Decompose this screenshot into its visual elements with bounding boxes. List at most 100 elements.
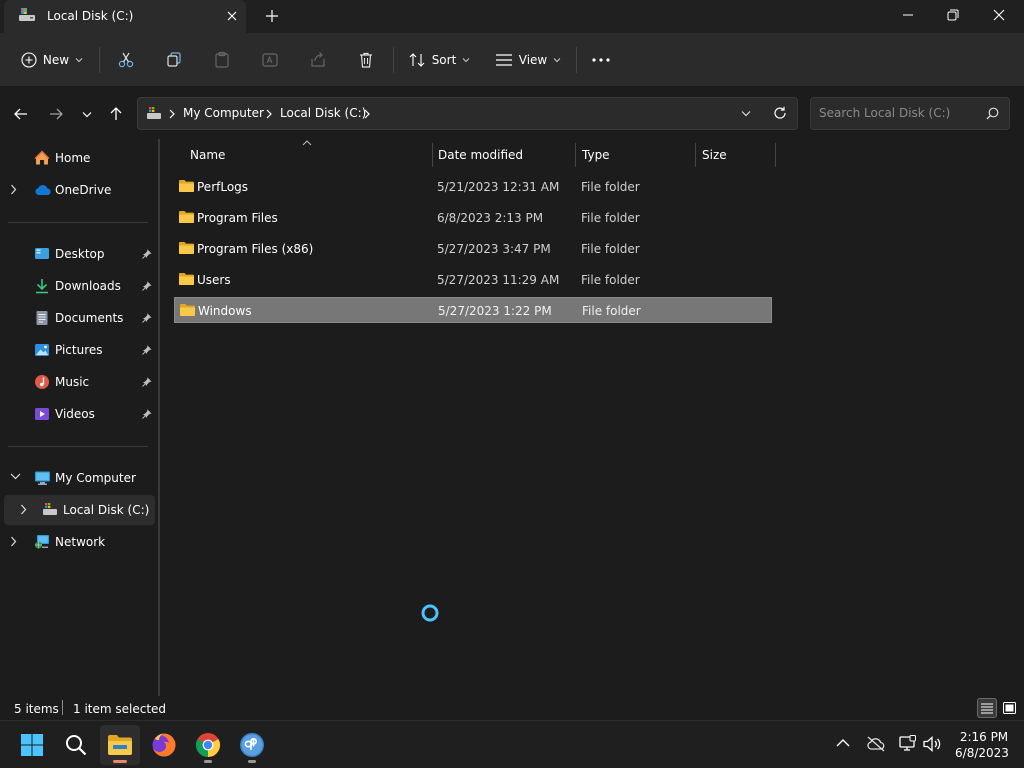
view-button-label: View [518,53,548,67]
search-input[interactable] [819,106,979,120]
cut-button[interactable] [112,45,140,75]
sidebar-item-music[interactable]: Music [4,367,155,397]
sidebar-item-network[interactable]: Network [4,527,155,557]
toolbar-divider [99,47,100,73]
file-type: File folder [581,211,640,225]
sidebar-item-downloads[interactable]: Downloads [4,271,155,301]
onedrive-offline-icon[interactable] [866,736,886,752]
restore-icon[interactable] [930,0,976,30]
share-button[interactable] [304,45,332,75]
chevron-right-icon[interactable] [10,184,17,195]
more-options-button[interactable] [588,45,614,75]
taskbar-chrome[interactable] [188,725,228,765]
view-button[interactable]: View [492,45,564,75]
home-icon [34,150,50,166]
network-icon [34,534,51,550]
recent-locations-chevron-icon[interactable] [76,103,98,125]
sort-button[interactable]: Sort [404,45,474,75]
clock-date[interactable]: 6/8/2023 [951,746,1013,760]
chevron-right-icon[interactable] [20,504,27,515]
column-divider[interactable] [775,143,776,167]
start-button[interactable] [12,725,52,765]
taskbar-firefox[interactable] [144,725,184,765]
table-row-selected[interactable]: Windows 5/27/2023 1:22 PM File folder [174,297,772,323]
sidebar-item-my-computer[interactable]: My Computer [4,463,155,493]
breadcrumb-separator-icon[interactable] [169,109,175,119]
clock-time[interactable]: 2:16 PM [958,730,1010,744]
pin-icon[interactable] [142,281,152,291]
folder-icon [178,272,195,286]
cloud-icon [34,182,52,198]
address-history-chevron-icon[interactable] [741,110,751,117]
paste-button[interactable] [208,45,236,75]
chevron-right-icon[interactable] [10,536,17,547]
table-row[interactable]: PerfLogs 5/21/2023 12:31 AM File folder [174,174,772,200]
list-view-icon [495,53,513,67]
column-header-size[interactable]: Size [702,144,772,166]
breadcrumb-local-disk[interactable]: Local Disk (C:) [280,106,366,120]
sidebar-item-label: Home [55,151,91,165]
forward-arrow-icon[interactable] [45,103,67,125]
pin-icon[interactable] [142,345,152,355]
sidebar-item-local-disk[interactable]: Local Disk (C:) [4,495,155,525]
pin-icon[interactable] [142,313,152,323]
sidebar-item-videos[interactable]: Videos [4,399,155,429]
clipboard-icon [213,51,231,69]
column-header-name[interactable]: Name [190,144,430,166]
sidebar-item-desktop[interactable]: Desktop [4,239,155,269]
search-box[interactable] [810,97,1010,130]
sidebar-item-pictures[interactable]: Pictures [4,335,155,365]
pin-icon[interactable] [142,249,152,259]
folder-icon [178,210,195,224]
file-name: Program Files [197,211,278,225]
drive-icon [146,106,162,120]
chevron-down-icon [462,57,470,63]
table-row[interactable]: Users 5/27/2023 11:29 AM File folder [174,267,772,293]
desktop-icon [34,246,50,262]
network-status-icon[interactable] [898,735,916,753]
sidebar-item-label: Documents [55,311,124,325]
sidebar-item-documents[interactable]: Documents [4,303,155,333]
breadcrumb-separator-icon[interactable] [364,109,370,119]
tab-local-disk[interactable]: Local Disk (C:) [4,0,246,33]
close-window-icon[interactable] [976,0,1022,30]
column-header-type[interactable]: Type [582,144,692,166]
file-type: File folder [581,273,640,287]
copy-button[interactable] [160,45,188,75]
chevron-down-icon[interactable] [10,473,21,480]
taskbar-qbittorrent[interactable] [232,725,272,765]
column-divider[interactable] [695,143,696,167]
file-date-modified: 5/27/2023 11:29 AM [437,273,560,287]
new-tab-plus-icon[interactable] [262,6,282,26]
rename-button[interactable] [256,45,284,75]
column-divider[interactable] [575,143,576,167]
taskbar-search-button[interactable] [56,725,96,765]
table-row[interactable]: Program Files (x86) 5/27/2023 3:47 PM Fi… [174,236,772,262]
volume-icon[interactable] [922,736,942,752]
breadcrumb-my-computer[interactable]: My Computer [183,106,264,120]
table-row[interactable]: Program Files 6/8/2023 2:13 PM File fold… [174,205,772,231]
column-header-date[interactable]: Date modified [438,144,572,166]
sidebar-item-home[interactable]: Home [4,143,155,173]
taskbar-file-explorer[interactable] [100,725,140,765]
tab-close-icon[interactable] [222,6,242,26]
pin-icon[interactable] [142,409,152,419]
sidebar-divider [8,222,148,223]
pin-icon[interactable] [142,377,152,387]
back-arrow-icon[interactable] [10,103,32,125]
search-icon [65,734,87,756]
refresh-icon[interactable] [773,106,787,120]
tiles-view-icon[interactable] [1000,699,1018,717]
address-bar[interactable]: My Computer Local Disk (C:) [137,97,798,130]
minimize-icon[interactable] [885,0,931,30]
show-hidden-icons-chevron-icon[interactable] [836,738,850,747]
drive-icon [42,502,58,516]
details-view-icon[interactable] [977,698,997,718]
up-arrow-icon[interactable] [105,103,127,125]
search-icon[interactable] [986,107,999,120]
delete-button[interactable] [352,45,380,75]
sidebar-item-onedrive[interactable]: OneDrive [4,175,155,205]
column-divider[interactable] [432,143,433,167]
breadcrumb-separator-icon[interactable] [266,109,272,119]
new-button[interactable]: New [14,45,90,75]
